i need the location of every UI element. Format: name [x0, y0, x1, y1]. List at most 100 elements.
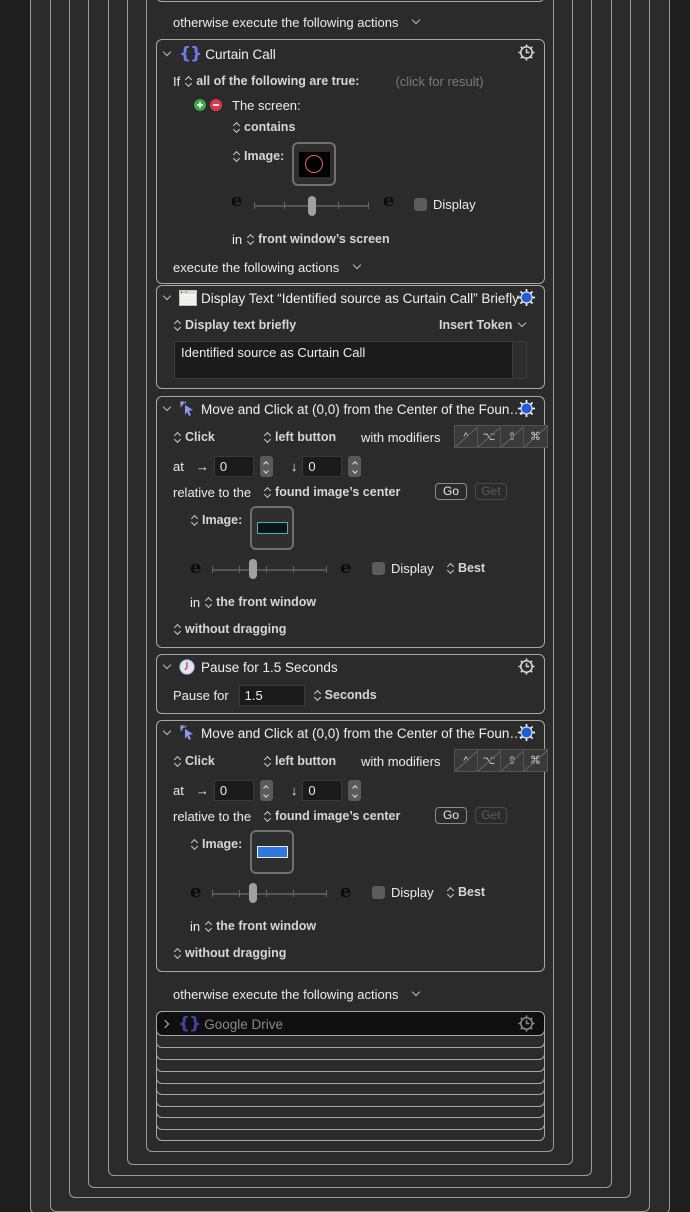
popup-updown-icon[interactable]: [184, 75, 193, 87]
remove-condition-icon[interactable]: [210, 99, 222, 111]
control-modifier-toggle[interactable]: ^: [455, 750, 478, 771]
in-target-popup[interactable]: the front window: [216, 595, 316, 609]
go-button[interactable]: Go: [435, 483, 467, 500]
action-pause[interactable]: Pause for 1.5 Seconds Pause for 1.5 Seco…: [156, 654, 545, 714]
gear-clock-icon[interactable]: [517, 657, 536, 676]
relative-target-popup[interactable]: found image’s center: [275, 809, 400, 823]
shift-modifier-toggle[interactable]: ⇧: [501, 426, 524, 447]
relative-target-popup[interactable]: found image’s center: [275, 485, 400, 499]
slider-knob[interactable]: [249, 559, 257, 579]
action-header[interactable]: Move and Click at (0,0) from the Center …: [163, 399, 523, 419]
condition-popup[interactable]: all of the following are true:: [196, 74, 359, 88]
contains-popup[interactable]: contains: [232, 119, 295, 135]
display-mode-popup[interactable]: Display text briefly: [173, 317, 296, 333]
y-offset-stepper[interactable]: [348, 455, 362, 477]
scrollbar[interactable]: [512, 342, 526, 378]
action-title[interactable]: Move and Click at (0,0) from the Center …: [201, 402, 523, 417]
action-title[interactable]: Display Text “Identified source as Curta…: [201, 291, 519, 306]
gear-enabled-icon[interactable]: [517, 723, 536, 742]
action-display-text[interactable]: Display Text “Identified source as Curta…: [156, 285, 545, 389]
option-modifier-toggle[interactable]: ⌥: [478, 750, 501, 771]
collapse-chevron-icon[interactable]: [163, 404, 171, 412]
collapse-chevron-icon[interactable]: [163, 49, 171, 57]
x-offset-field[interactable]: 0: [213, 779, 254, 801]
drag-popup[interactable]: without dragging: [173, 621, 286, 637]
image-popup[interactable]: Image:: [190, 512, 242, 528]
execute-section-header[interactable]: execute the following actions: [173, 259, 361, 275]
image-well[interactable]: [250, 830, 294, 874]
collapse-chevron-icon[interactable]: [163, 662, 171, 670]
x-offset-stepper[interactable]: [259, 455, 273, 477]
popup-updown-icon[interactable]: [263, 810, 272, 822]
go-button[interactable]: Go: [435, 807, 467, 824]
fuzz-high-icon: e: [340, 557, 352, 578]
x-offset-field[interactable]: 0: [213, 455, 254, 477]
image-popup[interactable]: Image:: [190, 836, 242, 852]
chevron-down-icon[interactable]: [412, 17, 420, 25]
gear-enabled-icon[interactable]: [517, 288, 536, 307]
window-background-left: [0, 0, 30, 1212]
checkbox[interactable]: [414, 197, 427, 211]
option-modifier-toggle[interactable]: ⌥: [478, 426, 501, 447]
popup-updown-icon[interactable]: [263, 486, 272, 498]
mouse-button-popup[interactable]: left button: [263, 753, 336, 769]
y-offset-field[interactable]: 0: [302, 779, 343, 801]
otherwise-section-header[interactable]: otherwise execute the following actions: [173, 13, 420, 31]
command-modifier-toggle[interactable]: ⌘: [524, 426, 547, 447]
action-header[interactable]: Pause for 1.5 Seconds: [163, 657, 338, 677]
drag-popup[interactable]: without dragging: [173, 945, 286, 961]
x-offset-stepper[interactable]: [259, 779, 273, 801]
checkbox[interactable]: [372, 885, 385, 899]
popup-updown-icon: [173, 431, 182, 443]
action-move-and-click-2[interactable]: Move and Click at (0,0) from the Center …: [156, 720, 548, 972]
gear-enabled-icon[interactable]: [517, 399, 536, 418]
in-target-popup[interactable]: the front window: [216, 919, 316, 933]
slider-knob[interactable]: [308, 196, 316, 216]
shift-modifier-toggle[interactable]: ⇧: [501, 750, 524, 771]
chevron-down-icon[interactable]: [353, 262, 361, 270]
mouse-button-popup[interactable]: left button: [263, 429, 336, 445]
insert-token-menu[interactable]: Insert Token: [439, 317, 526, 333]
match-quality-popup[interactable]: Best: [446, 560, 485, 576]
action-header[interactable]: Move and Click at (0,0) from the Center …: [163, 723, 523, 743]
popup-updown-icon[interactable]: [313, 689, 322, 701]
chevron-down-icon[interactable]: [412, 989, 420, 997]
display-checkbox[interactable]: Display: [372, 884, 434, 900]
display-checkbox[interactable]: Display: [414, 196, 476, 212]
pause-duration-field[interactable]: 1.5: [238, 684, 305, 706]
image-popup[interactable]: Image:: [232, 148, 284, 164]
action-curtain-call[interactable]: {} Curtain Call If all of the following …: [156, 39, 545, 284]
action-header[interactable]: {} Curtain Call: [163, 44, 276, 64]
popup-updown-icon[interactable]: [204, 920, 213, 932]
action-move-and-click-1[interactable]: Move and Click at (0,0) from the Center …: [156, 396, 548, 648]
image-well[interactable]: [292, 142, 336, 186]
click-type-popup[interactable]: Click: [173, 753, 215, 769]
image-well[interactable]: [250, 506, 294, 550]
popup-updown-icon[interactable]: [246, 233, 255, 245]
action-header[interactable]: Display Text “Identified source as Curta…: [163, 288, 519, 308]
click-type-popup[interactable]: Click: [173, 429, 215, 445]
otherwise-section-header[interactable]: otherwise execute the following actions: [173, 985, 420, 1003]
action-title[interactable]: Move and Click at (0,0) from the Center …: [201, 726, 523, 741]
collapse-chevron-icon[interactable]: [163, 293, 171, 301]
command-modifier-toggle[interactable]: ⌘: [524, 750, 547, 771]
slider-knob[interactable]: [249, 883, 257, 903]
popup-updown-icon[interactable]: [204, 596, 213, 608]
pause-unit-popup[interactable]: Seconds: [325, 688, 377, 702]
action-title[interactable]: Curtain Call: [205, 47, 276, 62]
add-condition-icon[interactable]: [194, 99, 206, 111]
get-button[interactable]: Get: [475, 807, 507, 824]
get-button[interactable]: Get: [475, 483, 507, 500]
gear-clock-icon[interactable]: [517, 43, 536, 62]
collapse-chevron-icon[interactable]: [163, 728, 171, 736]
match-quality-popup[interactable]: Best: [446, 884, 485, 900]
action-title[interactable]: Pause for 1.5 Seconds: [201, 660, 338, 675]
in-target-popup[interactable]: front window’s screen: [258, 232, 390, 246]
click-for-result-link[interactable]: (click for result): [395, 74, 483, 89]
control-modifier-toggle[interactable]: ^: [455, 426, 478, 447]
y-offset-field[interactable]: 0: [302, 455, 343, 477]
y-offset-stepper[interactable]: [348, 779, 362, 801]
display-checkbox[interactable]: Display: [372, 560, 434, 576]
checkbox[interactable]: [372, 561, 385, 575]
display-text-field[interactable]: Identified source as Curtain Call: [174, 341, 527, 379]
